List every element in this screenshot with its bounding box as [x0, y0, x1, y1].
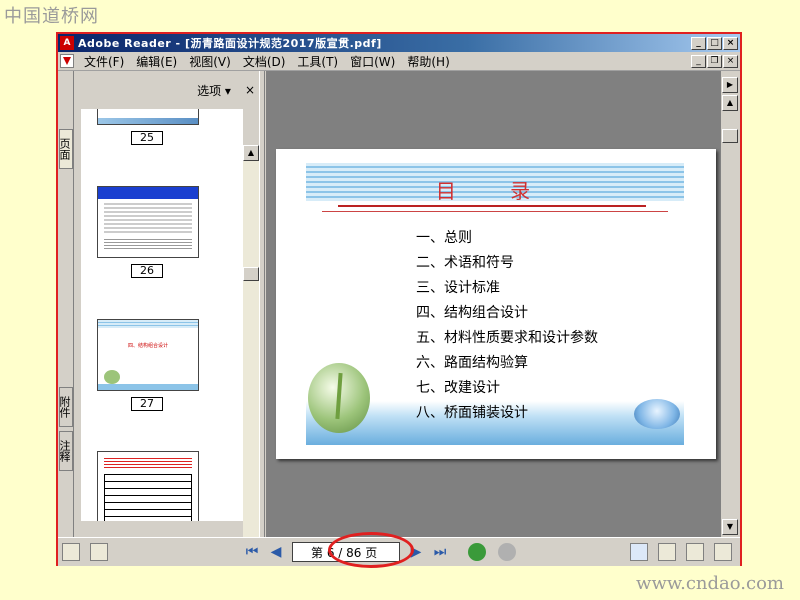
menu-view[interactable]: 视图(V) — [183, 53, 237, 70]
toc-item: 八、桥面铺装设计 — [416, 405, 528, 421]
adobe-reader-icon: A — [60, 36, 74, 50]
menu-edit[interactable]: 编辑(E) — [130, 53, 183, 70]
thumbnail-scrollbar[interactable]: ▲ ▼ — [243, 145, 259, 557]
title-underline — [338, 205, 646, 207]
toc-item: 七、改建设计 — [416, 380, 500, 396]
highlight-ellipse — [328, 532, 414, 568]
thumbnail-panel: 选项 ▾ × 25 26 四、结构组合设计 27 ▲ — [75, 71, 259, 557]
previous-page-button[interactable]: ◀ — [265, 543, 287, 561]
navigation-tabs: 页面 附件 注释 — [58, 71, 74, 537]
facing-page-icon[interactable] — [714, 543, 732, 561]
last-page-button[interactable]: ⏭ — [429, 543, 451, 561]
layout-toggle-icon[interactable] — [62, 543, 80, 561]
plant-globe-image — [308, 363, 370, 433]
window-title: Adobe Reader - [沥青路面设计规范2017版宣贯.pdf] — [78, 37, 382, 50]
doc-scroll-down[interactable]: ▼ — [722, 519, 738, 535]
pdf-document-icon[interactable] — [60, 54, 74, 68]
panel-close-button[interactable]: × — [245, 83, 255, 97]
options-dropdown[interactable]: 选项 ▾ — [197, 82, 231, 99]
doc-minimize-button[interactable]: _ — [691, 54, 706, 68]
continuous-page-icon[interactable] — [658, 543, 676, 561]
slide-title: 目 录 — [435, 179, 555, 203]
thumbnail-page-25[interactable] — [97, 109, 199, 125]
menu-help[interactable]: 帮助(H) — [401, 53, 455, 70]
close-button[interactable]: × — [723, 36, 738, 50]
table-of-contents: 一、总则 二、术语和符号 三、设计标准 四、结构组合设计 五、材料性质要求和设计… — [416, 227, 598, 427]
thumbnail-list[interactable]: 25 26 四、结构组合设计 27 — [81, 109, 243, 521]
tab-attachments[interactable]: 附件 — [58, 387, 73, 427]
thumbnail-27-title: 四、结构组合设计 — [128, 343, 169, 349]
minimize-button[interactable]: _ — [691, 36, 706, 50]
thumbnail-page-28[interactable] — [97, 451, 199, 521]
pdf-page: 目 录 一、总则 二、术语和符号 三、设计标准 四、结构组合设计 五、材料性质要… — [276, 149, 716, 459]
menu-tools[interactable]: 工具(T) — [291, 53, 344, 70]
maximize-button[interactable]: □ — [707, 36, 722, 50]
toc-item: 五、材料性质要求和设计参数 — [416, 330, 598, 346]
slide-content: 目 录 一、总则 二、术语和符号 三、设计标准 四、结构组合设计 五、材料性质要… — [306, 163, 684, 445]
reader-window: A Adobe Reader - [沥青路面设计规范2017版宣贯.pdf] _… — [56, 32, 742, 568]
thumbnail-label-26: 26 — [131, 264, 163, 278]
menu-document[interactable]: 文档(D) — [237, 53, 292, 70]
document-view[interactable]: 目 录 一、总则 二、术语和符号 三、设计标准 四、结构组合设计 五、材料性质要… — [266, 71, 720, 537]
page-setup-icon[interactable] — [90, 543, 108, 561]
title-underline-thin — [322, 211, 668, 212]
tab-pages[interactable]: 页面 — [58, 129, 73, 169]
thumbnail-page-26[interactable] — [97, 186, 199, 258]
single-page-icon[interactable] — [630, 543, 648, 561]
first-page-button[interactable]: ⏮ — [241, 543, 263, 561]
city-globe-image — [634, 399, 680, 429]
toc-item: 四、结构组合设计 — [416, 305, 528, 321]
site-logo: 中国道桥网 — [4, 6, 99, 27]
back-view-icon[interactable] — [468, 543, 486, 561]
doc-scroll-up[interactable]: ▲ — [722, 95, 738, 111]
doc-scroll-thumb[interactable] — [722, 129, 738, 143]
thumbnail-label-25: 25 — [131, 131, 163, 145]
tab-comments[interactable]: 注释 — [58, 431, 73, 471]
toc-item: 一、总则 — [416, 230, 472, 246]
toc-item: 三、设计标准 — [416, 280, 500, 296]
continuous-facing-icon[interactable] — [686, 543, 704, 561]
title-bar[interactable]: A Adobe Reader - [沥青路面设计规范2017版宣贯.pdf] _… — [58, 34, 740, 52]
panel-splitter[interactable] — [259, 71, 265, 537]
document-scrollbar[interactable]: ▶ ▲ ▼ — [720, 71, 740, 537]
menu-bar: 文件(F) 编辑(E) 视图(V) 文档(D) 工具(T) 窗口(W) 帮助(H… — [58, 52, 740, 71]
site-url: www.cndao.com — [636, 573, 784, 594]
doc-close-button[interactable]: × — [723, 54, 738, 68]
toc-item: 六、路面结构验算 — [416, 355, 528, 371]
menu-file[interactable]: 文件(F) — [78, 53, 130, 70]
menu-window[interactable]: 窗口(W) — [344, 53, 401, 70]
doc-scroll-split[interactable]: ▶ — [722, 77, 738, 93]
toc-item: 二、术语和符号 — [416, 255, 514, 271]
doc-restore-button[interactable]: ❐ — [707, 54, 722, 68]
thumbnail-page-27[interactable]: 四、结构组合设计 — [97, 319, 199, 391]
thumb-scroll-up[interactable]: ▲ — [243, 145, 259, 161]
thumbnail-label-27: 27 — [131, 397, 163, 411]
forward-view-icon[interactable] — [498, 543, 516, 561]
thumb-scroll-thumb[interactable] — [243, 267, 259, 281]
